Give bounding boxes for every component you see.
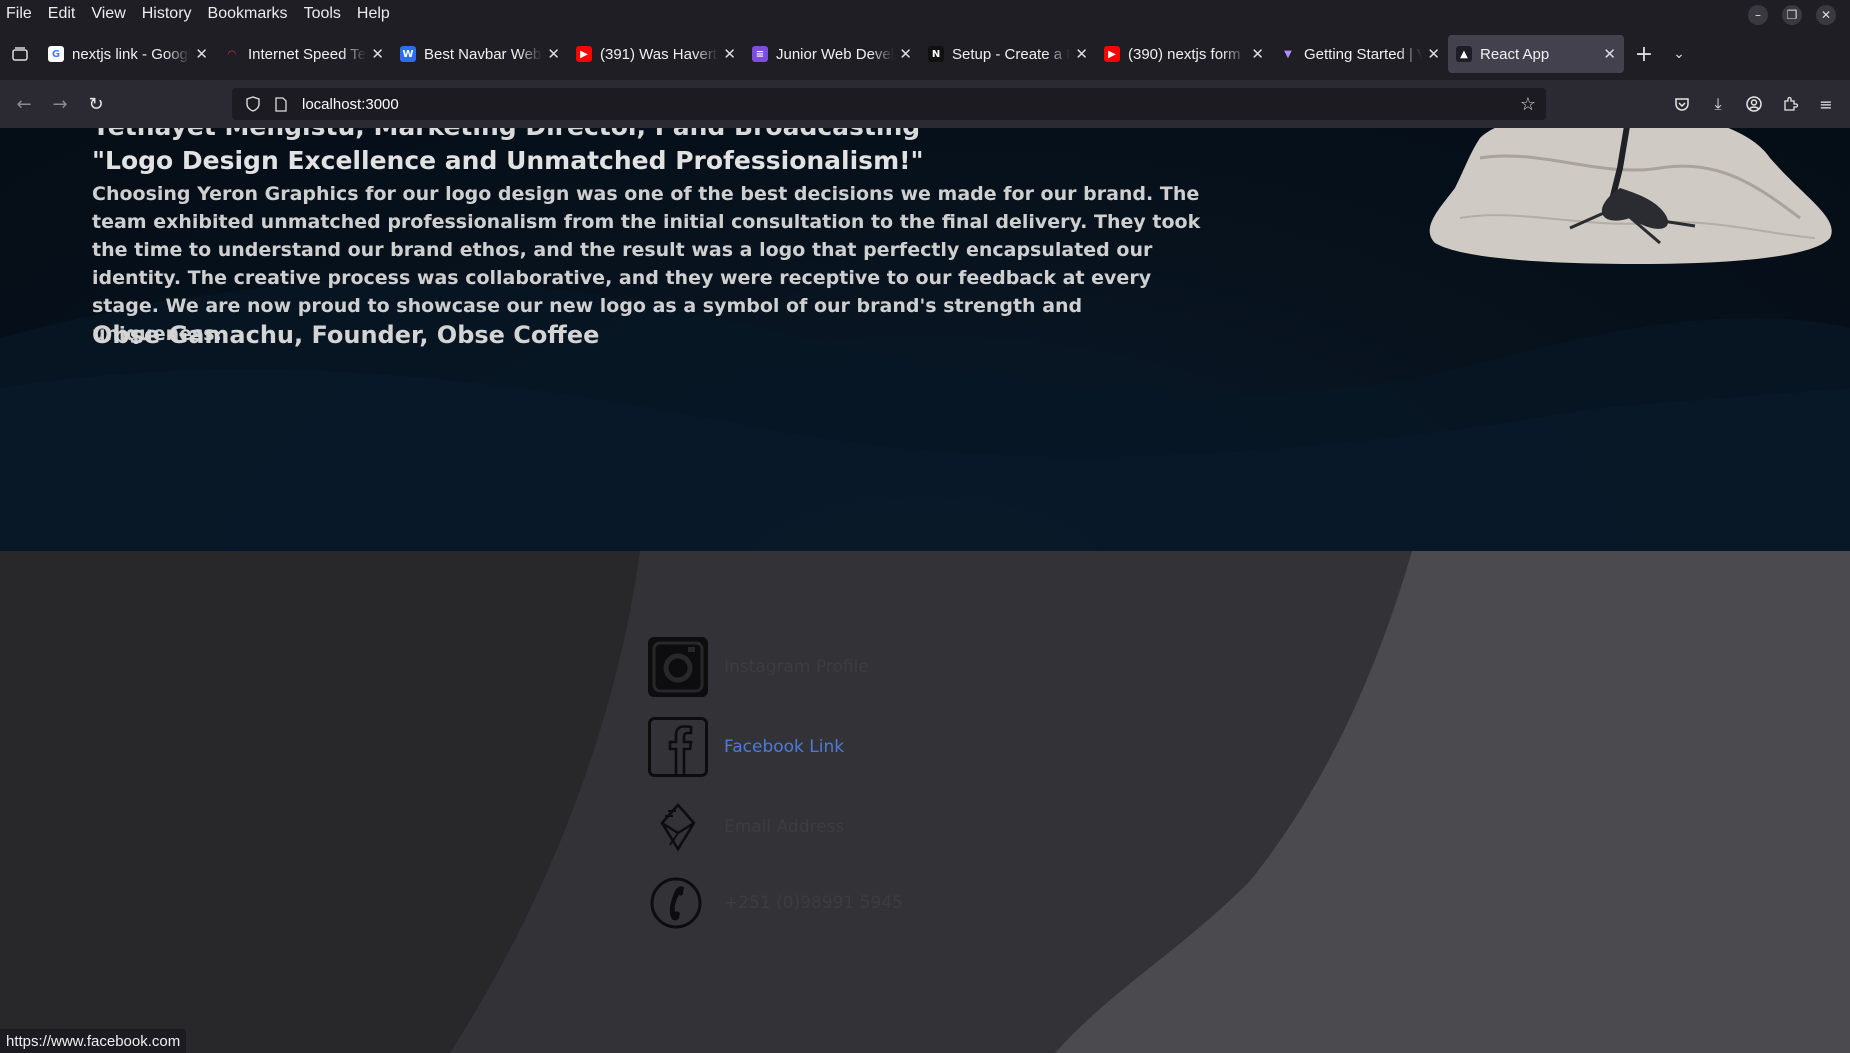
testimonial-section: Yethayet Mengistu, Marketing Director, I… <box>0 128 1850 551</box>
tab-6[interactable]: ▶ (390) nextjs form ✕ <box>1096 35 1272 73</box>
tab-title: React App <box>1480 45 1550 63</box>
email-contact[interactable]: Email Address <box>648 797 844 857</box>
email-label[interactable]: Email Address <box>724 817 844 837</box>
tab-close-icon[interactable]: ✕ <box>195 45 208 63</box>
tab-close-icon[interactable]: ✕ <box>1075 45 1088 63</box>
tab-close-icon[interactable]: ✕ <box>1603 45 1616 63</box>
restore-icon[interactable]: ❐ <box>1782 5 1802 25</box>
forward-icon[interactable]: → <box>42 86 78 122</box>
tab-close-icon[interactable]: ✕ <box>371 45 384 63</box>
extensions-icon[interactable] <box>1772 86 1808 122</box>
tab-8[interactable]: ▲ React App ✕ <box>1448 35 1624 73</box>
facebook-link[interactable]: Facebook Link <box>724 737 844 757</box>
phone-label[interactable]: +251 (0)98991 5945 <box>724 893 903 913</box>
menu-help[interactable]: Help <box>357 5 390 23</box>
tab-close-icon[interactable]: ✕ <box>1251 45 1264 63</box>
pocket-icon[interactable] <box>1664 86 1700 122</box>
downloads-icon[interactable]: ⤓ <box>1700 86 1736 122</box>
menu-bookmarks[interactable]: Bookmarks <box>208 5 288 23</box>
app-menu-icon[interactable]: ≡ <box>1808 86 1844 122</box>
phone-contact[interactable]: +251 (0)98991 5945 <box>648 873 903 933</box>
account-icon[interactable] <box>1736 86 1772 122</box>
tab-title: (390) nextjs form <box>1128 45 1241 63</box>
tab-bar: Gnextjs link - Google Search ✕ ◠ Internet S… <box>0 28 1850 80</box>
facebook-contact[interactable]: Facebook Link <box>648 717 844 777</box>
url-bar[interactable]: localhost:3000 ☆ <box>232 88 1546 120</box>
tab-overview-icon[interactable] <box>0 28 40 80</box>
tab-5[interactable]: N Setup - Create a Next ✕ <box>920 35 1096 73</box>
tab-close-icon[interactable]: ✕ <box>723 45 736 63</box>
close-window-icon[interactable]: ✕ <box>1816 5 1836 25</box>
sculpture-image <box>1429 128 1832 264</box>
status-url: https://www.facebook.com <box>6 1032 181 1050</box>
tab-0[interactable]: Gnextjs link - Google Search ✕ <box>40 35 216 73</box>
tab-favicon-icon: ≡ <box>752 46 768 62</box>
tab-title: (391) Was Havertz <box>600 45 718 63</box>
tab-favicon-icon: N <box>928 46 944 62</box>
testimonial-title: "Logo Design Excellence and Unmatched Pr… <box>92 146 924 175</box>
tab-title: Internet Speed Test <box>248 45 366 63</box>
page-info-icon[interactable] <box>270 93 292 115</box>
menu-bar: File Edit View History Bookmarks Tools H… <box>0 0 1850 28</box>
tab-1[interactable]: ◠ Internet Speed Test ✕ <box>216 35 392 73</box>
previous-testimonial-author: Yethayet Mengistu, Marketing Director, I… <box>92 128 920 141</box>
menu-file[interactable]: File <box>6 5 32 23</box>
tab-close-icon[interactable]: ✕ <box>1427 45 1440 63</box>
footer-wave-background <box>450 551 1850 1053</box>
tab-title: Junior Web Developer <box>776 45 894 63</box>
tab-title: Best Navbar Web <box>424 45 542 63</box>
tab-title: Setup - Create a Next <box>952 45 1070 63</box>
reload-icon[interactable]: ↻ <box>78 86 114 122</box>
instagram-icon <box>648 637 708 697</box>
back-icon[interactable]: ← <box>6 86 42 122</box>
phone-icon <box>648 873 708 933</box>
tab-3[interactable]: ▶ (391) Was Havertz ✕ <box>568 35 744 73</box>
tab-favicon-icon: ▼ <box>1280 46 1296 62</box>
menu-tools[interactable]: Tools <box>304 5 341 23</box>
status-bar: https://www.facebook.com <box>0 1029 187 1053</box>
instagram-contact[interactable]: Instagram Profile <box>648 637 869 697</box>
tab-favicon-icon: ▲ <box>1456 46 1472 62</box>
testimonial-author: Obse Gamachu, Founder, Obse Coffee <box>92 321 600 349</box>
list-all-tabs-icon[interactable]: ⌄ <box>1664 46 1694 62</box>
new-tab-button[interactable]: + <box>1624 42 1664 67</box>
tab-favicon-icon: ◠ <box>224 46 240 62</box>
tab-favicon-icon: G <box>48 46 64 62</box>
window-controls: – ❐ ✕ <box>1748 5 1836 25</box>
tab-favicon-icon: W <box>400 46 416 62</box>
email-icon <box>648 797 708 857</box>
menu-history[interactable]: History <box>142 5 192 23</box>
page-content: Yethayet Mengistu, Marketing Director, I… <box>0 128 1850 1053</box>
facebook-icon <box>648 717 708 777</box>
contact-footer: Instagram Profile Facebook Link Email Ad… <box>0 551 1850 1053</box>
tab-4[interactable]: ≡ Junior Web Developer ✕ <box>744 35 920 73</box>
tab-title: nextjs link - Google Search <box>72 45 190 63</box>
navigation-toolbar: ← → ↻ localhost:3000 ☆ ⤓ ≡ <box>0 80 1850 128</box>
menu-edit[interactable]: Edit <box>48 5 76 23</box>
tab-close-icon[interactable]: ✕ <box>547 45 560 63</box>
tab-favicon-icon: ▶ <box>576 46 592 62</box>
url-text[interactable]: localhost:3000 <box>302 96 399 113</box>
tab-favicon-icon: ▶ <box>1104 46 1120 62</box>
tab-title: Getting Started | Vite <box>1304 45 1422 63</box>
tab-2[interactable]: W Best Navbar Web ✕ <box>392 35 568 73</box>
bookmark-star-icon[interactable]: ☆ <box>1520 94 1536 115</box>
tab-close-icon[interactable]: ✕ <box>899 45 912 63</box>
tracking-shield-icon[interactable] <box>242 93 264 115</box>
menu-view[interactable]: View <box>91 5 125 23</box>
tab-7[interactable]: ▼ Getting Started | Vite ✕ <box>1272 35 1448 73</box>
minimize-icon[interactable]: – <box>1748 5 1768 25</box>
instagram-label[interactable]: Instagram Profile <box>724 657 869 677</box>
